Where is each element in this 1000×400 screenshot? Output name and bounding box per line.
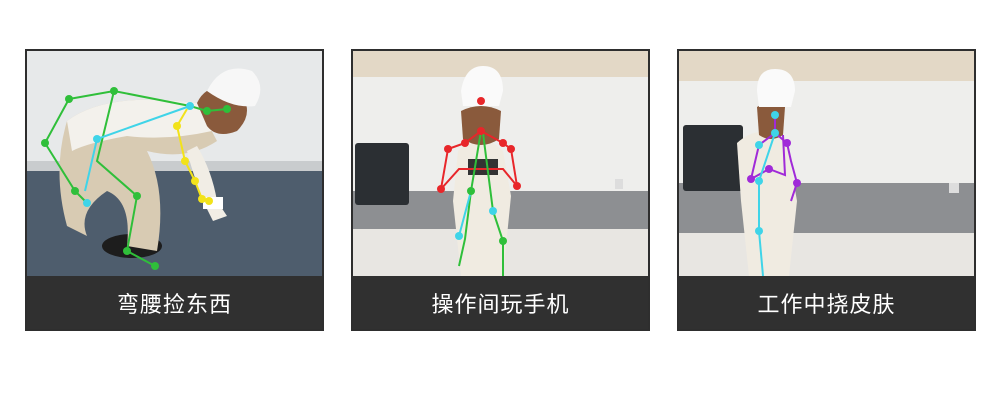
pose-image-phone xyxy=(353,51,648,276)
pose-image-bending xyxy=(27,51,322,276)
caption-scratching-skin: 工作中挠皮肤 xyxy=(757,292,896,318)
pose-image-scratching xyxy=(679,51,974,276)
photo-phone-in-kitchen xyxy=(353,51,648,276)
panel-scratching-skin: 工作中挠皮肤 xyxy=(677,49,976,331)
photo-bending-over xyxy=(27,51,322,276)
caption-bending-over: 弯腰捡东西 xyxy=(116,292,232,318)
caption-phone-in-kitchen: 操作间玩手机 xyxy=(431,292,570,318)
photo-scratching-skin xyxy=(679,51,974,276)
panel-bending-over: 弯腰捡东西 xyxy=(25,49,324,331)
panel-phone-in-kitchen: 操作间玩手机 xyxy=(351,49,650,331)
